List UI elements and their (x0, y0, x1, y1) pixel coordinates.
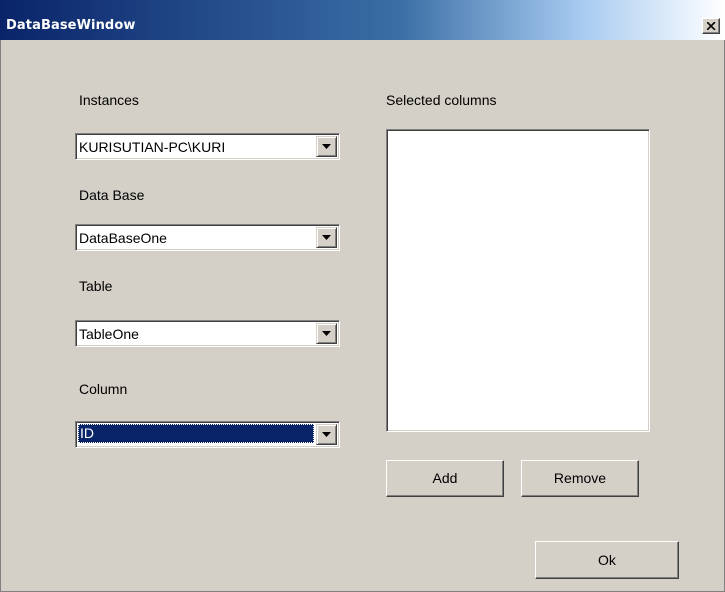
database-label: Data Base (79, 187, 145, 203)
chevron-down-icon (322, 432, 331, 437)
column-label: Column (79, 381, 128, 397)
instances-label: Instances (79, 92, 139, 108)
window-title: DataBaseWindow (6, 18, 136, 33)
selected-columns-label: Selected columns (386, 92, 497, 108)
chevron-down-icon (322, 331, 331, 336)
database-combobox[interactable]: DataBaseOne (75, 224, 340, 251)
database-window: DataBaseWindow Instances KURISUTIAN-PC\K… (0, 0, 725, 592)
instances-value: KURISUTIAN-PC\KURI (79, 139, 226, 155)
column-selection-highlight (78, 424, 314, 443)
instances-dropdown-button[interactable] (316, 136, 337, 157)
column-combobox[interactable]: ID (75, 421, 340, 448)
remove-button[interactable]: Remove (521, 460, 639, 497)
table-dropdown-button[interactable] (316, 323, 337, 344)
ok-button[interactable]: Ok (535, 541, 679, 579)
table-label: Table (79, 278, 113, 294)
close-x-icon (707, 22, 716, 30)
instances-combobox[interactable]: KURISUTIAN-PC\KURI (75, 133, 340, 160)
add-button[interactable]: Add (386, 460, 504, 497)
database-dropdown-button[interactable] (316, 227, 337, 248)
selected-columns-listbox[interactable] (386, 129, 650, 432)
table-combobox[interactable]: TableOne (75, 320, 340, 347)
column-dropdown-button[interactable] (316, 424, 337, 445)
title-bar: DataBaseWindow (0, 0, 725, 40)
chevron-down-icon (322, 144, 331, 149)
table-value: TableOne (79, 326, 139, 342)
database-value: DataBaseOne (79, 230, 167, 246)
column-value: ID (80, 425, 94, 441)
chevron-down-icon (322, 235, 331, 240)
close-button[interactable] (702, 18, 720, 34)
